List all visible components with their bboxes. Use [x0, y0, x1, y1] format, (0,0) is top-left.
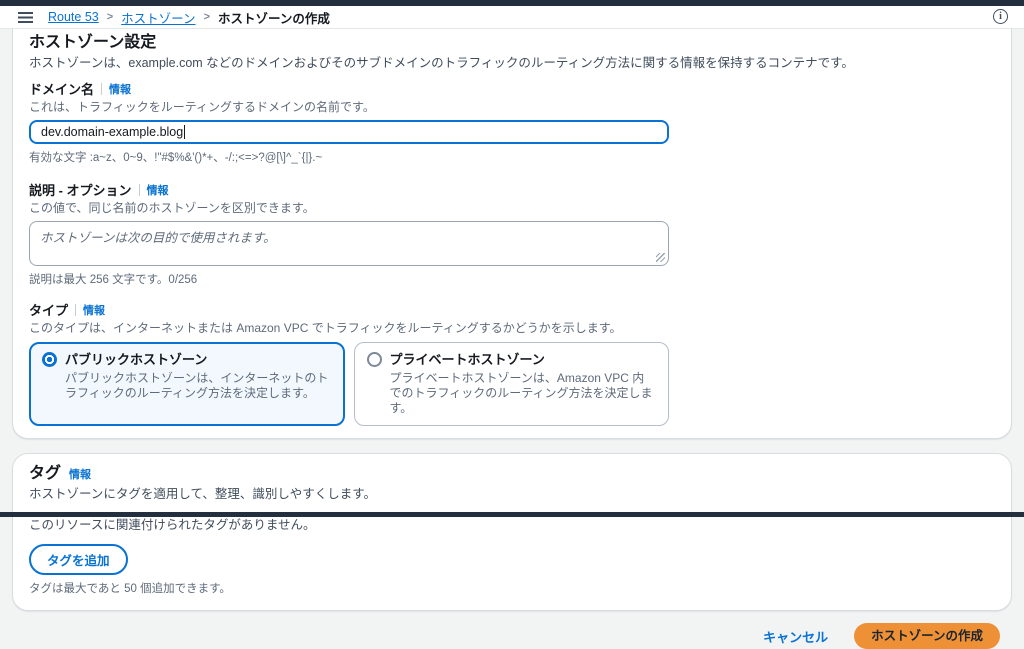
domain-name-label: ドメイン名 [29, 82, 95, 97]
tags-card-title: タグ [29, 465, 62, 482]
domain-name-constraint: 有効な文字 :a~z、0~9、!"#$%&'()*+、-/:;<=>?@[\]^… [29, 152, 323, 164]
settings-card-title: ホストゾーン設定 [29, 34, 157, 51]
public-option-description: パブリックホストゾーンは、インターネットのトラフィックのルーティング方法を決定し… [65, 371, 329, 400]
breadcrumb-link-hosted-zones[interactable]: ホストゾーン [121, 8, 195, 27]
domain-name-input[interactable]: dev.domain-example.blog [29, 120, 669, 144]
resize-handle-icon[interactable] [656, 253, 665, 262]
description-field: 説明 - オプション 情報 この値で、同じ名前のホストゾーンを区別できます。 ホ… [29, 180, 995, 287]
domain-name-field: ドメイン名 情報 これは、トラフィックをルーティングするドメインの名前です。 d… [29, 79, 995, 165]
label-divider [101, 82, 103, 95]
description-label: 説明 - オプション [29, 183, 132, 198]
radio-option-private-hosted-zone[interactable]: プライベートホストゾーン プライベートホストゾーンは、Amazon VPC 内で… [353, 342, 669, 426]
info-panel-icon[interactable]: i [993, 9, 1008, 24]
tags-card: タグ 情報 ホストゾーンにタグを適用して、整理、識別しやすくします。 このリソー… [12, 453, 1012, 611]
hamburger-menu-icon[interactable] [18, 11, 33, 23]
radio-unchecked-icon[interactable] [366, 352, 382, 367]
add-tag-button[interactable]: タグを追加 [29, 544, 128, 575]
description-constraint: 説明は最大 256 文字です。0/256 [29, 274, 198, 286]
text-caret [184, 125, 186, 139]
type-field: タイプ 情報 このタイプは、インターネットまたは Amazon VPC でトラフ… [29, 300, 995, 426]
cancel-button[interactable]: キャンセル [763, 627, 828, 646]
type-radio-group: パブリックホストゾーン パブリックホストゾーンは、インターネットのトラフィックの… [29, 342, 669, 426]
domain-name-value: dev.domain-example.blog [41, 125, 184, 139]
breadcrumb-current-page: ホストゾーンの作成 [218, 11, 330, 26]
domain-name-description: これは、トラフィックをルーティングするドメインの名前です。 [29, 100, 375, 114]
domain-info-link[interactable]: 情報 [109, 81, 131, 97]
label-divider [138, 183, 140, 196]
breadcrumb-link-route53[interactable]: Route 53 [48, 10, 99, 24]
type-description: このタイプは、インターネットまたは Amazon VPC でトラフィックをルーテ… [29, 321, 622, 335]
tags-card-description: ホストゾーンにタグを適用して、整理、識別しやすくします。 [29, 487, 377, 501]
label-divider [75, 303, 77, 316]
breadcrumb-bar: Route 53 > ホストゾーン > ホストゾーンの作成 i [0, 6, 1024, 29]
description-placeholder: ホストゾーンは次の目的で使用されます。 [40, 231, 276, 245]
breadcrumb-separator: > [106, 11, 114, 23]
form-actions: キャンセル ホストゾーンの作成 [24, 623, 1000, 649]
main-content: ホストゾーン設定 ホストゾーンは、example.com などのドメインおよびそ… [0, 29, 1024, 649]
breadcrumb-separator: > [203, 11, 210, 23]
radio-checked-icon[interactable] [42, 352, 57, 367]
create-hosted-zone-button[interactable]: ホストゾーンの作成 [854, 623, 1000, 649]
type-label: タイプ [29, 303, 69, 318]
description-info-link[interactable]: 情報 [147, 182, 169, 198]
tags-constraint: タグは最大であと 50 個追加できます。 [29, 583, 231, 595]
settings-card-description: ホストゾーンは、example.com などのドメインおよびそのサブドメインのト… [29, 56, 854, 70]
radio-option-public-hosted-zone[interactable]: パブリックホストゾーン パブリックホストゾーンは、インターネットのトラフィックの… [29, 342, 345, 426]
private-option-description: プライベートホストゾーンは、Amazon VPC 内でのトラフィックのルーティン… [389, 371, 653, 415]
description-textarea[interactable]: ホストゾーンは次の目的で使用されます。 [29, 221, 669, 266]
public-option-title: パブリックホストゾーン [65, 352, 208, 367]
breadcrumb: Route 53 > ホストゾーン > ホストゾーンの作成 [48, 8, 330, 27]
type-info-link[interactable]: 情報 [83, 302, 105, 318]
hosted-zone-settings-card: ホストゾーン設定 ホストゾーンは、example.com などのドメインおよびそ… [12, 29, 1012, 439]
private-option-title: プライベートホストゾーン [389, 352, 545, 367]
tags-info-link[interactable]: 情報 [69, 466, 91, 482]
description-field-description: この値で、同じ名前のホストゾーンを区別できます。 [29, 201, 315, 215]
window-bottom-bar [0, 512, 1024, 517]
